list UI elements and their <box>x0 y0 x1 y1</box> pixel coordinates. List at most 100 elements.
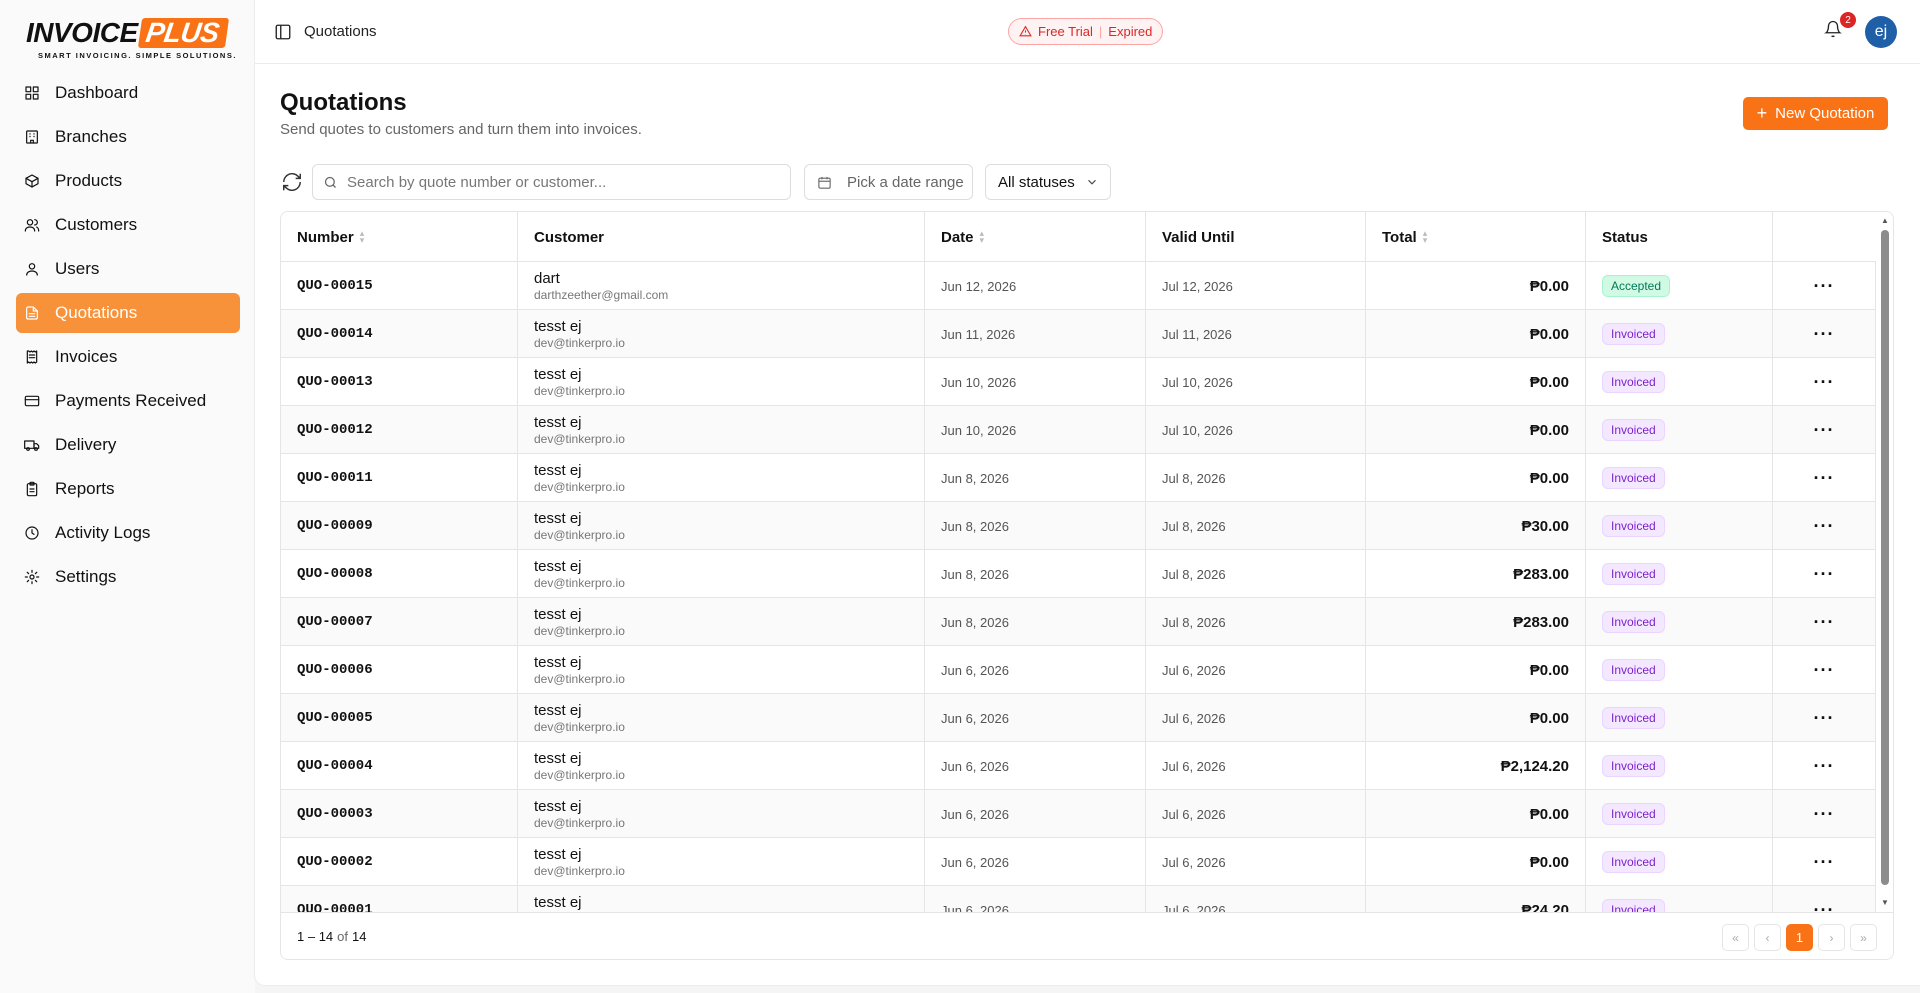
row-actions-icon[interactable]: ··· <box>1773 742 1876 790</box>
row-actions-icon[interactable]: ··· <box>1773 502 1876 550</box>
row-actions-icon[interactable]: ··· <box>1773 790 1876 838</box>
credit-card-icon <box>24 393 40 409</box>
row-actions-icon[interactable]: ··· <box>1773 550 1876 598</box>
row-actions-icon[interactable]: ··· <box>1773 310 1876 358</box>
quote-number-cell[interactable]: QUO-00009 <box>281 502 518 550</box>
quote-number-cell[interactable]: QUO-00012 <box>281 406 518 454</box>
column-header-date[interactable]: Date ▴ ▾ <box>925 212 1146 262</box>
quote-number-cell[interactable]: QUO-00014 <box>281 310 518 358</box>
status-cell: Invoiced <box>1586 694 1773 742</box>
table-row[interactable]: QUO-00007 tesst ej dev@tinkerpro.io Jun 8, … <box>281 598 1876 646</box>
app-logo[interactable]: INVOICE PLUS SMART INVOICING. SIMPLE SOLU… <box>26 17 237 60</box>
table-row[interactable]: QUO-00009 tesst ej dev@tinkerpro.io Jun 8, … <box>281 502 1876 550</box>
date-cell: Jun 8, 2026 <box>925 454 1146 502</box>
status-cell: Invoiced <box>1586 406 1773 454</box>
customer-cell: tesst ejdev@tinkerpro.io <box>518 694 925 742</box>
last-page-icon[interactable]: » <box>1850 924 1877 951</box>
trial-status-badge[interactable]: Free Trial | Expired <box>1008 18 1164 45</box>
new-quotation-button[interactable]: + New Quotation <box>1743 97 1888 130</box>
sidebar-item-activity-logs[interactable]: Activity Logs <box>16 513 240 553</box>
table-row[interactable]: QUO-00005 tesst ej dev@tinkerpro.io Jun 6, … <box>281 694 1876 742</box>
total-cell: ₱30.00 <box>1366 502 1586 550</box>
row-actions-icon[interactable]: ··· <box>1773 598 1876 646</box>
total-cell: ₱0.00 <box>1366 454 1586 502</box>
quote-number-cell[interactable]: QUO-00001 <box>281 886 518 912</box>
quote-number-cell[interactable]: QUO-00006 <box>281 646 518 694</box>
avatar[interactable]: ej <box>1865 16 1897 48</box>
sidebar-item-users[interactable]: Users <box>16 249 240 289</box>
table-row[interactable]: QUO-00001tesst ejdev@tinkerpro.ioJun 6, … <box>281 886 1876 912</box>
table-header: Number ▴ ▾ Customer Date ▴ ▾ Valid Until Tot… <box>281 212 1876 262</box>
quote-number-cell[interactable]: QUO-00008 <box>281 550 518 598</box>
quote-number-cell[interactable]: QUO-00011 <box>281 454 518 502</box>
scroll-up-icon[interactable]: ▲ <box>1881 216 1889 225</box>
scrollbar-thumb[interactable] <box>1881 230 1889 885</box>
row-actions-icon[interactable]: ··· <box>1773 358 1876 406</box>
next-page-icon[interactable]: › <box>1818 924 1845 951</box>
sidebar-item-payments-received[interactable]: Payments Received <box>16 381 240 421</box>
quote-number-cell[interactable]: QUO-00004 <box>281 742 518 790</box>
sidebar-item-branches[interactable]: Branches <box>16 117 240 157</box>
prev-page-icon[interactable]: ‹ <box>1754 924 1781 951</box>
column-header-number[interactable]: Number ▴ ▾ <box>281 212 518 262</box>
table-row[interactable]: QUO-00014 tesst ej dev@tinkerpro.io Jun 11,… <box>281 310 1876 358</box>
search-field[interactable] <box>312 164 791 200</box>
valid-until-cell: Jul 12, 2026 <box>1146 262 1366 310</box>
table-row[interactable]: QUO-00006 tesst ej dev@tinkerpro.io Jun 6, … <box>281 646 1876 694</box>
range-total: 14 <box>352 929 367 944</box>
date-range-picker[interactable]: Pick a date range <box>804 164 973 200</box>
table-row[interactable]: QUO-00012 tesst ej dev@tinkerpro.io Jun 10,… <box>281 406 1876 454</box>
table-row[interactable]: QUO-00002 tesst ej dev@tinkerpro.io Jun 6, … <box>281 838 1876 886</box>
row-actions-icon[interactable]: ··· <box>1773 646 1876 694</box>
quote-number-cell[interactable]: QUO-00003 <box>281 790 518 838</box>
sidebar-item-customers[interactable]: Customers <box>16 205 240 245</box>
table-row[interactable]: QUO-00003 tesst ej dev@tinkerpro.io Jun 6, … <box>281 790 1876 838</box>
sidebar-toggle-icon[interactable] <box>274 23 292 41</box>
customer-name: tesst ej <box>534 846 582 863</box>
table-row[interactable]: QUO-00013 tesst ej dev@tinkerpro.io Jun 10,… <box>281 358 1876 406</box>
status-badge: Invoiced <box>1602 515 1665 537</box>
column-header-total[interactable]: Total ▴ ▾ <box>1366 212 1586 262</box>
table-row[interactable]: QUO-00008 tesst ej dev@tinkerpro.io Jun 8, … <box>281 550 1876 598</box>
total-cell: ₱0.00 <box>1366 358 1586 406</box>
status-badge: Accepted <box>1602 275 1671 297</box>
status-filter-select[interactable]: All statuses <box>985 164 1111 200</box>
table-row[interactable]: QUO-00004 tesst ej dev@tinkerpro.io Jun 6, … <box>281 742 1876 790</box>
sidebar-item-reports[interactable]: Reports <box>16 469 240 509</box>
sidebar-item-dashboard[interactable]: Dashboard <box>16 73 240 113</box>
sidebar-item-delivery[interactable]: Delivery <box>16 425 240 465</box>
row-actions-icon[interactable]: ··· <box>1773 454 1876 502</box>
quote-number-cell[interactable]: QUO-00005 <box>281 694 518 742</box>
row-actions-icon[interactable]: ··· <box>1773 262 1876 310</box>
total-cell: ₱283.00 <box>1366 550 1586 598</box>
row-actions-icon[interactable]: ··· <box>1773 886 1876 912</box>
table-row[interactable]: QUO-00015 dart darthzeether@gmail.com Jun 1… <box>281 262 1876 310</box>
quote-number-cell[interactable]: QUO-00013 <box>281 358 518 406</box>
scroll-down-icon[interactable]: ▼ <box>1881 898 1889 907</box>
customer-name: tesst ej <box>534 654 582 671</box>
row-actions-icon[interactable]: ··· <box>1773 406 1876 454</box>
sidebar-item-quotations[interactable]: Quotations <box>16 293 240 333</box>
quote-number-cell[interactable]: QUO-00015 <box>281 262 518 310</box>
date-cell: Jun 6, 2026 <box>925 646 1146 694</box>
first-page-icon[interactable]: « <box>1722 924 1749 951</box>
topbar: Quotations Free Trial | Expired 2 ej <box>255 0 1920 64</box>
table-row[interactable]: QUO-00011 tesst ej dev@tinkerpro.io Jun 8, … <box>281 454 1876 502</box>
table-scrollbar[interactable]: ▲ ▼ <box>1877 212 1893 912</box>
logo-tagline: SMART INVOICING. SIMPLE SOLUTIONS. <box>38 51 237 60</box>
quote-number-cell[interactable]: QUO-00002 <box>281 838 518 886</box>
row-actions-icon[interactable]: ··· <box>1773 694 1876 742</box>
customer-email: dev@tinkerpro.io <box>534 720 625 734</box>
sidebar-item-invoices[interactable]: Invoices <box>16 337 240 377</box>
page-button-current[interactable]: 1 <box>1786 924 1813 951</box>
sort-icon: ▴ ▾ <box>359 228 365 245</box>
quote-number-cell[interactable]: QUO-00007 <box>281 598 518 646</box>
customer-name: tesst ej <box>534 606 582 623</box>
sidebar-item-settings[interactable]: Settings <box>16 557 240 597</box>
row-actions-icon[interactable]: ··· <box>1773 838 1876 886</box>
date-cell: Jun 6, 2026 <box>925 886 1146 912</box>
refresh-icon[interactable] <box>281 171 303 193</box>
status-cell: Accepted <box>1586 262 1773 310</box>
search-input[interactable] <box>347 173 767 191</box>
sidebar-item-products[interactable]: Products <box>16 161 240 201</box>
